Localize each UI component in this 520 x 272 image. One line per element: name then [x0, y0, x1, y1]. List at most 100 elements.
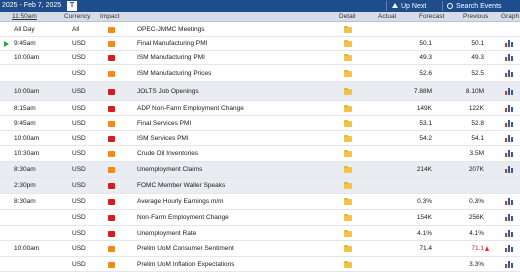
chart-icon[interactable]: [505, 88, 513, 95]
table-row[interactable]: USD Unemployment Rate 4.1% 4.1%: [0, 226, 520, 241]
chart-icon[interactable]: [505, 245, 513, 252]
medium-impact-icon[interactable]: [108, 151, 115, 157]
event-title[interactable]: ADP Non-Farm Employment Change: [137, 105, 244, 113]
folder-icon[interactable]: [344, 244, 352, 252]
medium-impact-icon[interactable]: [108, 121, 115, 127]
folder-icon[interactable]: [344, 260, 352, 268]
medium-impact-icon[interactable]: [108, 27, 115, 33]
medium-impact-icon[interactable]: [108, 246, 115, 252]
table-row[interactable]: All Day All OPEC-JMMC Meetings: [0, 22, 520, 37]
date-range[interactable]: 2025 - Feb 7, 2025: [2, 2, 61, 9]
table-row[interactable]: 8:30am USD Unemployment Claims 214K 207K: [0, 162, 520, 178]
event-title[interactable]: FOMC Member Waller Speaks: [137, 182, 225, 190]
medium-impact-icon[interactable]: [108, 71, 115, 77]
table-row[interactable]: 8:15am USD ADP Non-Farm Employment Change 1…: [0, 101, 520, 116]
current-time: 11:50am: [12, 13, 37, 20]
event-forecast: 52.6: [419, 70, 432, 77]
event-title[interactable]: ISM Manufacturing PMI: [137, 54, 205, 62]
header-impact: Impact: [100, 13, 120, 20]
event-currency: USD: [72, 230, 86, 237]
high-impact-icon[interactable]: [108, 136, 115, 142]
event-title[interactable]: Unemployment Rate: [137, 230, 196, 238]
event-title[interactable]: OPEC-JMMC Meetings: [137, 26, 205, 34]
folder-icon[interactable]: [344, 87, 352, 95]
folder-icon[interactable]: [344, 53, 352, 61]
table-row[interactable]: 8:30am USD Average Hourly Earnings m/m 0.3%…: [0, 194, 520, 210]
chart-icon[interactable]: [505, 230, 513, 237]
folder-icon[interactable]: [344, 165, 352, 173]
event-title[interactable]: Crude Oil Inventories: [137, 150, 198, 158]
high-impact-icon[interactable]: [108, 215, 115, 221]
chart-icon[interactable]: [505, 70, 513, 77]
folder-icon[interactable]: [344, 134, 352, 142]
table-row[interactable]: 10:00am USD ISM Manufacturing PMI 49.3 49.3: [0, 51, 520, 65]
event-currency: USD: [72, 120, 86, 127]
table-row[interactable]: 2:30pm USD FOMC Member Waller Speaks: [0, 178, 520, 194]
chart-icon[interactable]: [505, 261, 513, 268]
folder-icon[interactable]: [344, 25, 352, 33]
event-title[interactable]: Average Hourly Earnings m/m: [137, 198, 224, 206]
medium-impact-icon[interactable]: [108, 262, 115, 268]
chart-icon[interactable]: [505, 150, 513, 157]
event-time: 9:45am: [14, 120, 36, 127]
folder-icon[interactable]: [344, 229, 352, 237]
event-title[interactable]: Prelim UoM Consumer Sentiment: [137, 245, 234, 253]
event-previous: 3.3%: [469, 261, 484, 268]
chart-icon[interactable]: [505, 120, 513, 127]
event-time: 8:15am: [14, 105, 36, 112]
folder-icon[interactable]: [344, 104, 352, 112]
revised-icon: [485, 246, 490, 251]
chart-icon[interactable]: [505, 135, 513, 142]
medium-impact-icon[interactable]: [108, 41, 115, 47]
chart-icon[interactable]: [505, 40, 513, 47]
table-row[interactable]: USD ISM Manufacturing Prices 52.6 52.5: [0, 65, 520, 82]
toolbar-divider: [442, 1, 443, 11]
table-row[interactable]: 10:00am USD ISM Services PMI 54.2 54.1: [0, 131, 520, 146]
medium-impact-icon[interactable]: [108, 167, 115, 173]
search-events-button[interactable]: Search Events: [447, 1, 502, 11]
table-row[interactable]: 10:00am USD Prelim UoM Consumer Sentiment 7…: [0, 241, 520, 257]
table-row[interactable]: 9:45am USD Final Manufacturing PMI 50.1 50.1: [0, 37, 520, 51]
high-impact-icon[interactable]: [108, 106, 115, 112]
chart-icon[interactable]: [505, 198, 513, 205]
event-title[interactable]: Final Manufacturing PMI: [137, 40, 207, 48]
high-impact-icon[interactable]: [108, 199, 115, 205]
event-currency: USD: [72, 88, 86, 95]
folder-icon[interactable]: [344, 213, 352, 221]
table-row[interactable]: 10:30am USD Crude Oil Inventories 3.5M: [0, 146, 520, 162]
table-row[interactable]: USD Prelim UoM Inflation Expectations 3.3%: [0, 257, 520, 272]
table-row[interactable]: USD Non-Farm Employment Change 154K 256K: [0, 210, 520, 226]
folder-icon[interactable]: [344, 119, 352, 127]
chart-icon[interactable]: [505, 54, 513, 61]
folder-icon[interactable]: [344, 181, 352, 189]
folder-icon[interactable]: [344, 69, 352, 77]
event-title[interactable]: Non-Farm Employment Change: [137, 214, 229, 222]
folder-icon[interactable]: [344, 39, 352, 47]
event-forecast: 54.2: [419, 135, 432, 142]
event-title[interactable]: JOLTS Job Openings: [137, 88, 199, 96]
high-impact-icon[interactable]: [108, 55, 115, 61]
event-title[interactable]: Prelim UoM Inflation Expectations: [137, 261, 235, 269]
table-row[interactable]: 9:45am USD Final Services PMI 53.1 52.8: [0, 116, 520, 131]
up-next-button[interactable]: Up Next: [392, 1, 426, 11]
event-previous: 3.5M: [469, 150, 484, 157]
event-currency: USD: [72, 40, 86, 47]
event-currency: USD: [72, 182, 86, 189]
high-impact-icon[interactable]: [108, 89, 115, 95]
event-forecast: 214K: [416, 166, 432, 173]
column-header: 11:50am Currency Impact Detail Actual Fo…: [0, 12, 520, 22]
high-impact-icon[interactable]: [108, 231, 115, 237]
event-currency: USD: [72, 166, 86, 173]
chart-icon[interactable]: [505, 166, 513, 173]
folder-icon[interactable]: [344, 149, 352, 157]
folder-icon[interactable]: [344, 197, 352, 205]
high-impact-icon[interactable]: [108, 183, 115, 189]
chart-icon[interactable]: [505, 214, 513, 221]
event-title[interactable]: ISM Manufacturing Prices: [137, 70, 211, 78]
event-title[interactable]: Final Services PMI: [137, 120, 191, 128]
today-button[interactable]: T: [67, 1, 77, 11]
chart-icon[interactable]: [505, 105, 513, 112]
event-title[interactable]: ISM Services PMI: [137, 135, 189, 143]
event-title[interactable]: Unemployment Claims: [137, 166, 202, 174]
table-row[interactable]: 10:00am USD JOLTS Job Openings 7.88M 8.10M: [0, 82, 520, 101]
